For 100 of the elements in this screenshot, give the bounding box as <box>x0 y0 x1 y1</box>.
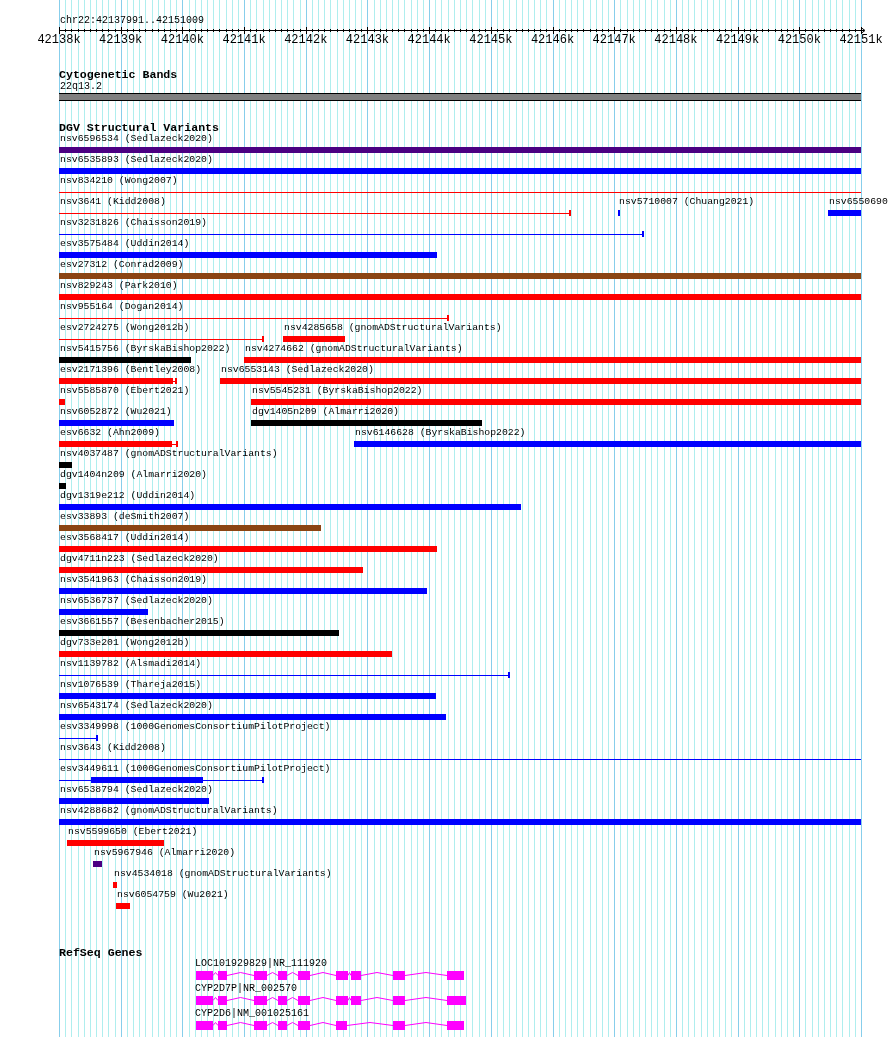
ruler-tick-label: 42140k <box>160 34 204 47</box>
ruler-tick-label: 42148k <box>654 34 698 47</box>
variant-label: nsv6535893 (Sedlazeck2020) <box>60 155 213 165</box>
intron-line <box>266 972 279 976</box>
exon <box>447 971 464 980</box>
variant-label: nsv4274662 (gnomADStructuralVariants) <box>245 344 463 354</box>
variant-label: nsv5967946 (Almarri2020) <box>94 848 236 858</box>
exon <box>447 996 466 1005</box>
exon <box>218 996 227 1005</box>
track-title: Cytogenetic Bands <box>59 68 178 81</box>
variant-label: esv2171396 (Bentley2008) <box>60 365 202 375</box>
variant-label: esv2724275 (Wong2012b) <box>60 323 190 333</box>
variant-label: nsv6146628 (ByrskaBishop2022) <box>355 428 526 438</box>
intron-line <box>360 972 394 976</box>
gene-label: LOC101929829|NR_111920 <box>195 959 328 969</box>
gene-label: CYP2D6|NM_001025161 <box>195 1009 310 1019</box>
ruler-tick-label: 42139k <box>99 34 143 47</box>
location-label: chr22:42137991..42151009 <box>60 14 205 27</box>
variant-label: nsv955164 (Dogan2014) <box>60 302 184 312</box>
variant-label: esv3449611 (1000GenomesConsortiumPilotProject) <box>60 764 331 774</box>
variant-label: nsv6052872 (Wu2021) <box>60 407 172 417</box>
ruler-tick-label: 42149k <box>716 34 760 47</box>
variant-label: esv33893 (deSmith2007) <box>60 512 190 522</box>
exon <box>196 971 213 980</box>
variant-label: nsv829243 (Park2010) <box>60 281 178 291</box>
intron-line <box>286 972 299 976</box>
exon <box>254 996 267 1005</box>
exon <box>218 971 227 980</box>
variant-label: esv3349998 (1000GenomesConsortiumPilotProject) <box>60 722 331 732</box>
ruler-tick-label: 42146k <box>530 34 575 47</box>
exon <box>196 1021 213 1030</box>
ruler-tick-label: 42143k <box>345 34 390 47</box>
variant-label: nsv6596534 (Sedlazeck2020) <box>60 134 213 144</box>
variant-label: nsv6553143 (Sedlazeck2020) <box>221 365 374 375</box>
exon <box>298 1021 310 1030</box>
intron-line <box>346 1022 394 1026</box>
variant-label: nsv4037487 (gnomADStructuralVariants) <box>60 449 278 459</box>
intron-line <box>212 997 219 1001</box>
exon <box>278 1021 287 1030</box>
variant-label: esv27312 (Conrad2009) <box>60 260 184 270</box>
variant-label: nsv6536737 (Sedlazeck2020) <box>60 596 213 606</box>
intron-line <box>266 997 279 1001</box>
variant-label: esv3661557 (Besenbacher2015) <box>60 617 225 627</box>
exon <box>336 996 348 1005</box>
exon <box>393 971 405 980</box>
exon <box>298 996 310 1005</box>
variant-label: nsv834210 (Wong2007) <box>60 176 178 186</box>
intron-line <box>286 997 299 1001</box>
ruler-tick-label: 42150k <box>777 34 821 47</box>
exon <box>351 996 361 1005</box>
variant-label: esv3575484 (Uddin2014) <box>60 239 190 249</box>
variant-label: dgv1319e212 (Uddin2014) <box>60 491 196 501</box>
ruler-tick-label: 42147k <box>592 34 636 47</box>
variant-label: nsv4285658 (gnomADStructuralVariants) <box>284 323 502 333</box>
variant-label: dgv1405n209 (Almarri2020) <box>252 407 399 417</box>
band-label: 22q13.2 <box>60 81 102 92</box>
variant-label: nsv3641 (Kidd2008) <box>60 197 166 207</box>
variant-label: nsv6538794 (Sedlazeck2020) <box>60 785 213 795</box>
variant-label: nsv6550690 <box>829 197 888 207</box>
intron-line <box>404 1022 448 1026</box>
exon <box>218 1021 227 1030</box>
variant-label: dgv4711n223 (Sedlazeck2020) <box>60 554 219 564</box>
variant-label: nsv5599650 (Ebert2021) <box>68 827 198 837</box>
variant-label: nsv6054759 (Wu2021) <box>117 890 229 900</box>
variant-label: nsv4534018 (gnomADStructuralVariants) <box>114 869 332 879</box>
intron-line <box>347 972 352 976</box>
variant-label: nsv5710007 (Chuang2021) <box>619 197 755 207</box>
intron-line <box>226 997 255 1001</box>
variant-label: nsv4288682 (gnomADStructuralVariants) <box>60 806 278 816</box>
ruler-tick-label: 42142k <box>284 34 328 47</box>
ruler-tick-label: 42141k <box>222 34 266 47</box>
exon <box>336 971 348 980</box>
variant-label: nsv6543174 (Sedlazeck2020) <box>60 701 213 711</box>
gene-label: CYP2D7P|NR_002570 <box>195 984 298 994</box>
intron-line <box>309 997 337 1001</box>
exon <box>393 996 405 1005</box>
intron-line <box>404 997 448 1001</box>
variant-label: esv6632 (Ahn2009) <box>60 428 160 438</box>
exon <box>254 971 267 980</box>
intron-line <box>226 1022 255 1026</box>
exon <box>278 971 287 980</box>
intron-line <box>286 1022 299 1026</box>
intron-line <box>347 997 352 1001</box>
ruler-tick-label: 42144k <box>407 34 451 47</box>
variant-label: nsv3231826 (Chaisson2019) <box>60 218 207 228</box>
intron-line <box>404 972 448 976</box>
variant-label: nsv5415756 (ByrskaBishop2022) <box>60 344 231 354</box>
variant-label: nsv3643 (Kidd2008) <box>60 743 166 753</box>
intron-line <box>309 972 337 976</box>
intron-line <box>266 1022 279 1026</box>
ruler-tick-label: 42138k <box>37 34 81 47</box>
variant-label: nsv1139782 (Alsmadi2014) <box>60 659 202 669</box>
ruler-tick-label: 42145k <box>469 34 513 47</box>
intron-line <box>360 997 394 1001</box>
intron-line <box>212 972 219 976</box>
exon <box>196 996 213 1005</box>
exon <box>254 1021 267 1030</box>
intron-line <box>226 972 255 976</box>
variant-label: nsv3541963 (Chaisson2019) <box>60 575 207 585</box>
variant-label: nsv1076539 (Thareja2015) <box>60 680 202 690</box>
